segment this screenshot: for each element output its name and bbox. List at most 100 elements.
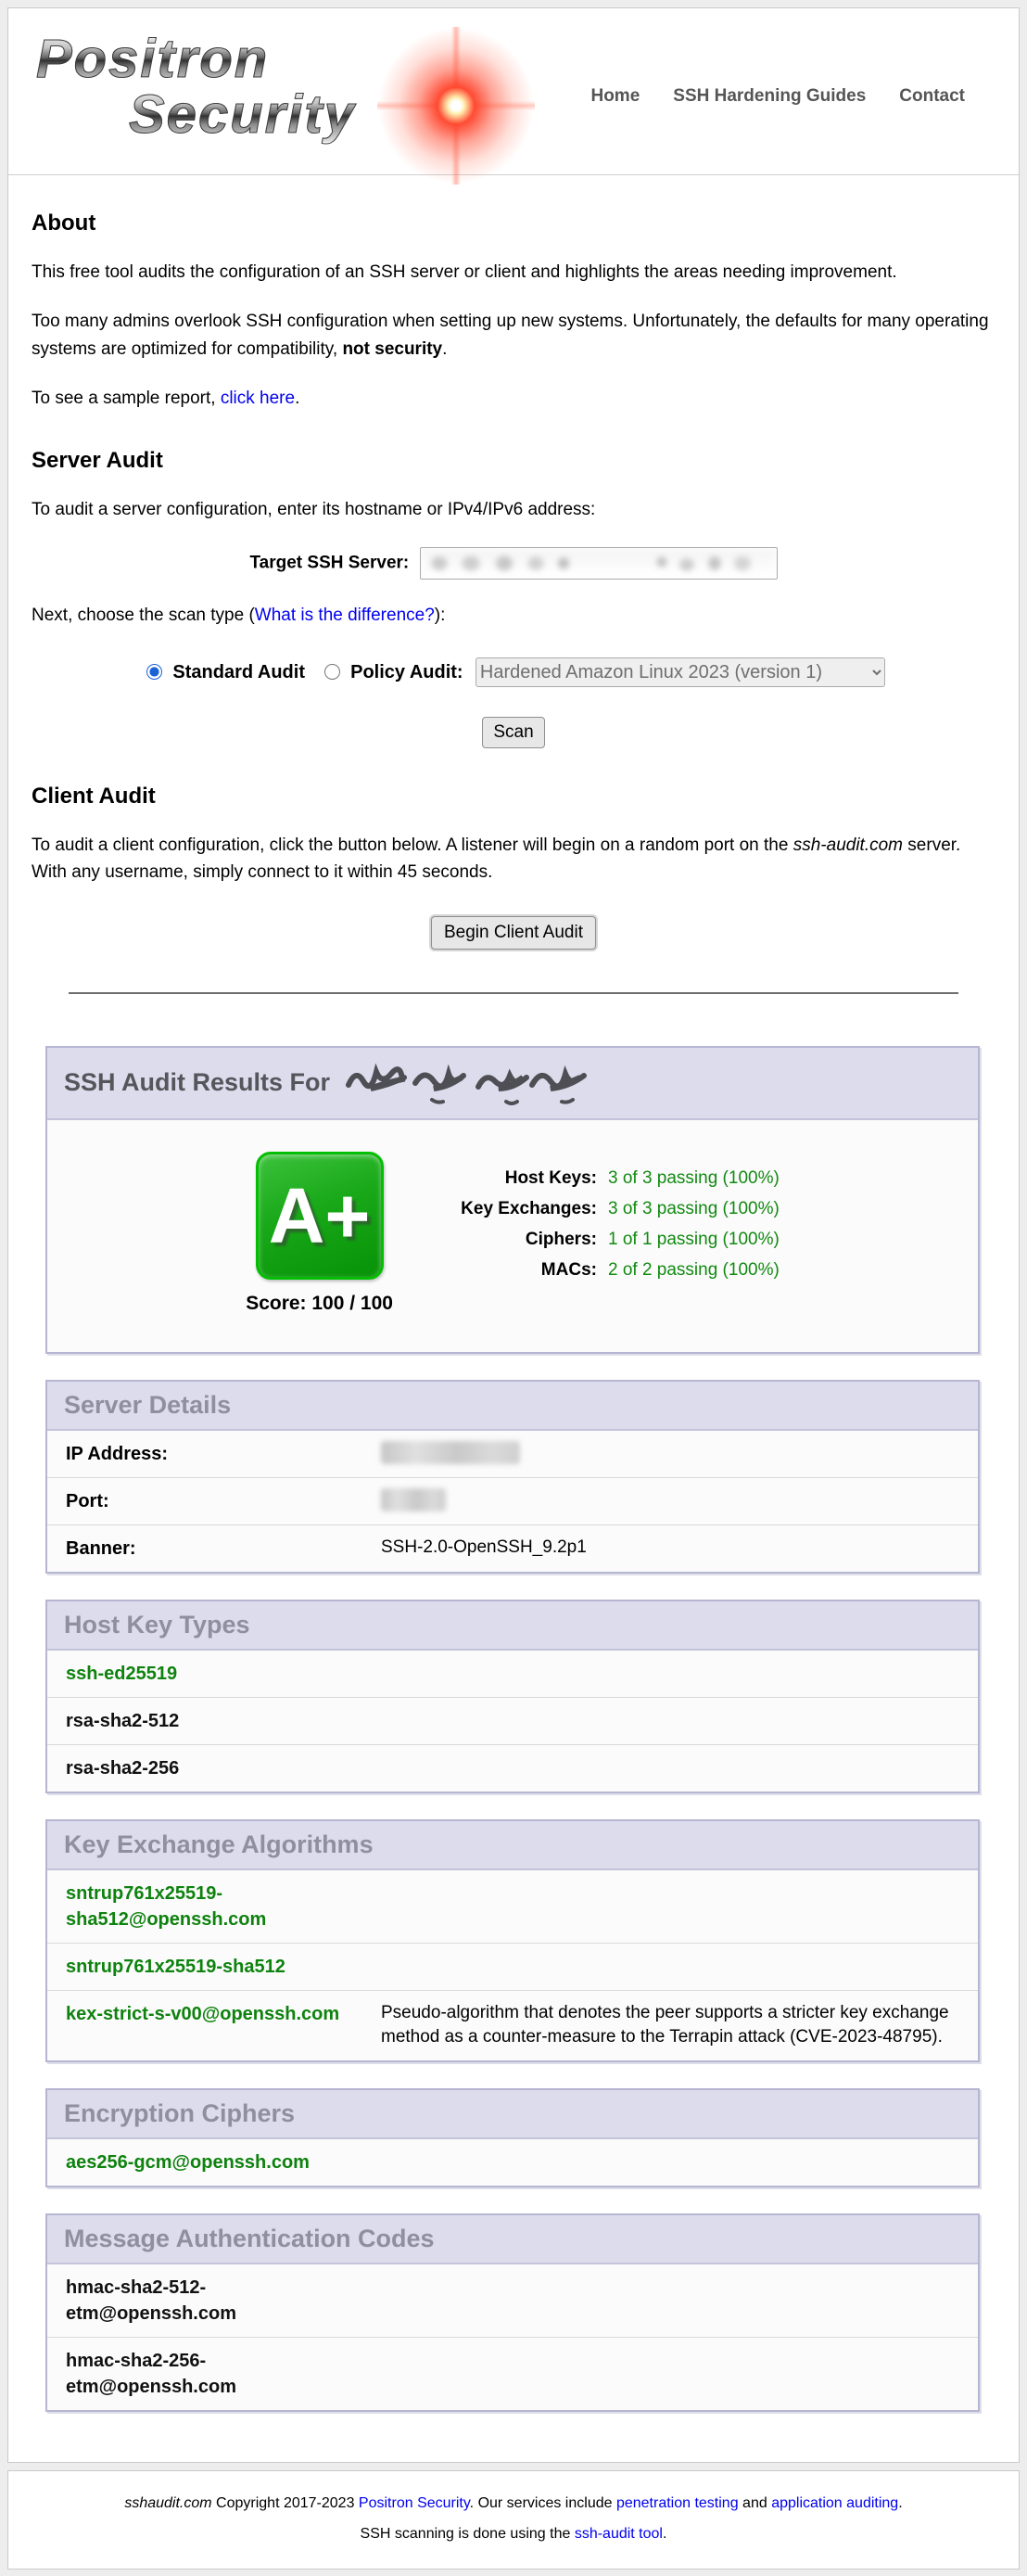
table-row: Port: bbox=[47, 1478, 978, 1525]
table-row: hmac-sha2-512-etm@openssh.com bbox=[47, 2264, 978, 2338]
macs-header: Message Authentication Codes bbox=[47, 2215, 978, 2264]
macs-panel: Message Authentication Codes hmac-sha2-5… bbox=[45, 2213, 980, 2412]
results-panel-title: SSH Audit Results For bbox=[64, 1068, 330, 1097]
about-paragraph-2: Too many admins overlook SSH configurati… bbox=[32, 308, 995, 363]
scan-type-paragraph: Next, choose the scan type (What is the … bbox=[32, 602, 995, 629]
host-key-name: rsa-sha2-512 bbox=[66, 1708, 381, 1734]
target-server-row: Target SSH Server: bbox=[32, 547, 995, 580]
nav-contact[interactable]: Contact bbox=[899, 86, 965, 107]
score-label: Score: 100 / 100 bbox=[246, 1293, 393, 1315]
scan-type-text: Next, choose the scan type ( bbox=[32, 606, 255, 625]
footer-text: . bbox=[898, 2495, 902, 2511]
table-row: aes256-gcm@openssh.com bbox=[47, 2139, 978, 2186]
results-panel-header: SSH Audit Results For bbox=[47, 1048, 978, 1120]
footer-text: . bbox=[663, 2526, 666, 2542]
stat-label: Key Exchanges: bbox=[452, 1199, 608, 1219]
about-paragraph-1: This free tool audits the configuration … bbox=[32, 259, 995, 286]
kex-note bbox=[381, 1954, 959, 1980]
host-key-types-header: Host Key Types bbox=[47, 1601, 978, 1651]
footer-penetration-testing-link[interactable]: penetration testing bbox=[616, 2495, 739, 2511]
redacted-hostname-scribble bbox=[343, 1061, 593, 1109]
stat-value: 3 of 3 passing (100%) bbox=[608, 1199, 780, 1219]
redaction-smudge bbox=[381, 1441, 520, 1464]
policy-audit-label: Policy Audit: bbox=[350, 662, 463, 682]
stat-row-macs: MACs: 2 of 2 passing (100%) bbox=[452, 1260, 780, 1281]
client-audit-heading: Client Audit bbox=[32, 784, 995, 810]
table-row: rsa-sha2-512 bbox=[47, 1698, 978, 1745]
stats-column: Host Keys: 3 of 3 passing (100%) Key Exc… bbox=[452, 1168, 780, 1291]
table-row: sntrup761x25519-sha512@openssh.com bbox=[47, 1870, 978, 1944]
stat-label: Host Keys: bbox=[452, 1168, 608, 1189]
begin-client-audit-row: Begin Client Audit bbox=[32, 916, 995, 950]
page-content: About This free tool audits the configur… bbox=[8, 210, 1019, 994]
stat-row-key-exchanges: Key Exchanges: 3 of 3 passing (100%) bbox=[452, 1199, 780, 1219]
nav-ssh-hardening-guides[interactable]: SSH Hardening Guides bbox=[673, 86, 866, 107]
footer-ssh-audit-tool-link[interactable]: ssh-audit tool bbox=[575, 2526, 663, 2542]
server-audit-heading: Server Audit bbox=[32, 448, 995, 474]
table-row: rsa-sha2-256 bbox=[47, 1745, 978, 1792]
footer-application-auditing-link[interactable]: application auditing bbox=[771, 2495, 898, 2511]
host-key-types-panel: Host Key Types ssh-ed25519 rsa-sha2-512 … bbox=[45, 1600, 980, 1793]
table-row: sntrup761x25519-sha512 bbox=[47, 1944, 978, 1991]
scan-button[interactable]: Scan bbox=[482, 717, 544, 748]
client-audit-text: To audit a client configuration, click t… bbox=[32, 835, 793, 855]
scan-type-difference-link[interactable]: What is the difference? bbox=[255, 606, 435, 625]
site-footer: sshaudit.com Copyright 2017-2023 Positro… bbox=[7, 2470, 1020, 2570]
stat-value: 2 of 2 passing (100%) bbox=[608, 1260, 780, 1281]
banner-value: SSH-2.0-OpenSSH_9.2p1 bbox=[381, 1536, 959, 1562]
stat-row-host-keys: Host Keys: 3 of 3 passing (100%) bbox=[452, 1168, 780, 1189]
detail-label: IP Address: bbox=[66, 1441, 381, 1467]
results-panel-body: A+ Score: 100 / 100 Host Keys: 3 of 3 pa… bbox=[47, 1120, 978, 1352]
kex-name: sntrup761x25519-sha512 bbox=[66, 1954, 381, 1980]
sample-report-text: To see a sample report, bbox=[32, 389, 221, 408]
footer-domain: sshaudit.com bbox=[124, 2495, 211, 2511]
begin-client-audit-button[interactable]: Begin Client Audit bbox=[431, 916, 596, 950]
sample-report-paragraph: To see a sample report, click here. bbox=[32, 385, 995, 412]
stat-label: Ciphers: bbox=[452, 1230, 608, 1250]
redacted-ip-value bbox=[381, 1441, 959, 1467]
redacted-port-value bbox=[381, 1488, 959, 1514]
policy-audit-radio[interactable] bbox=[324, 664, 340, 680]
client-audit-domain: ssh-audit.com bbox=[793, 835, 903, 855]
logo-text-line1: Positron bbox=[36, 32, 269, 86]
standard-audit-radio[interactable] bbox=[146, 664, 162, 680]
detail-label: Banner: bbox=[66, 1536, 381, 1562]
footer-text: SSH scanning is done using the bbox=[361, 2526, 575, 2542]
footer-copyright: Copyright 2017-2023 bbox=[212, 2495, 359, 2511]
sample-report-link[interactable]: click here bbox=[221, 389, 295, 408]
main-card: Positron Security Home SSH Hardening Gui… bbox=[7, 7, 1020, 2463]
table-row: IP Address: bbox=[47, 1431, 978, 1478]
sample-report-period: . bbox=[295, 389, 299, 408]
scan-type-options-row: Standard Audit Policy Audit: Hardened Am… bbox=[32, 657, 995, 687]
redaction-smudge bbox=[381, 1488, 446, 1511]
kex-name: kex-strict-s-v00@openssh.com bbox=[66, 2001, 381, 2050]
mac-name: hmac-sha2-512-etm@openssh.com bbox=[66, 2275, 381, 2327]
server-audit-intro: To audit a server configuration, enter i… bbox=[32, 496, 995, 523]
grade-column: A+ Score: 100 / 100 bbox=[246, 1152, 393, 1315]
target-ssh-server-label: Target SSH Server: bbox=[249, 554, 409, 573]
stat-value: 1 of 1 passing (100%) bbox=[608, 1230, 780, 1250]
kex-note: Pseudo-algorithm that denotes the peer s… bbox=[381, 2001, 959, 2050]
scan-type-text-end: ): bbox=[435, 606, 446, 625]
footer-text: and bbox=[739, 2495, 772, 2511]
table-row: Banner: SSH-2.0-OpenSSH_9.2p1 bbox=[47, 1525, 978, 1572]
table-row: ssh-ed25519 bbox=[47, 1651, 978, 1698]
positron-security-logo: Positron Security bbox=[8, 32, 583, 172]
footer-line-1: sshaudit.com Copyright 2017-2023 Positro… bbox=[8, 2495, 1019, 2512]
results-panel: SSH Audit Results For A bbox=[45, 1046, 980, 1354]
policy-select[interactable]: Hardened Amazon Linux 2023 (version 1) bbox=[475, 657, 885, 687]
client-audit-paragraph: To audit a client configuration, click t… bbox=[32, 832, 995, 886]
kex-note bbox=[381, 1881, 959, 1932]
stat-row-ciphers: Ciphers: 1 of 1 passing (100%) bbox=[452, 1230, 780, 1250]
nav-home[interactable]: Home bbox=[590, 86, 640, 107]
target-ssh-server-input[interactable] bbox=[420, 547, 778, 580]
about-p2-period: . bbox=[442, 339, 447, 359]
server-details-panel: Server Details IP Address: Port: Banner:… bbox=[45, 1380, 980, 1574]
detail-label: Port: bbox=[66, 1488, 381, 1514]
footer-positron-security-link[interactable]: Positron Security bbox=[359, 2495, 470, 2511]
about-p2-bold: not security bbox=[342, 339, 442, 359]
grade-badge: A+ bbox=[256, 1152, 384, 1280]
table-row: kex-strict-s-v00@openssh.com Pseudo-algo… bbox=[47, 1991, 978, 2060]
grade-letter: A+ bbox=[269, 1177, 371, 1255]
logo-text-line2: Security bbox=[129, 88, 356, 142]
